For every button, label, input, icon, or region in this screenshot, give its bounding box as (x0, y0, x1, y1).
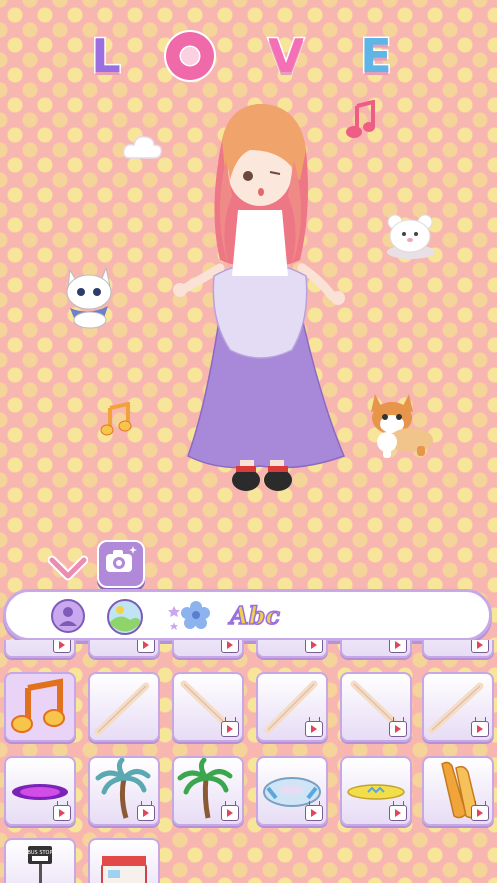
video-ad-icon (137, 640, 155, 653)
heart-icon (48, 555, 88, 581)
swim-ring-item[interactable] (256, 756, 328, 826)
title-letter-v: V (267, 28, 306, 85)
palm-tree-item-2[interactable] (172, 756, 244, 826)
grid-item-r1-5[interactable] (340, 640, 412, 658)
arm-pose-4[interactable] (340, 672, 412, 742)
favorite-heart-button[interactable] (48, 550, 88, 584)
video-ad-icon (305, 805, 323, 821)
person-icon (51, 599, 85, 633)
vending-cart-icon (101, 856, 147, 883)
video-ad-icon (221, 721, 239, 737)
title-letter-e: E (359, 28, 393, 85)
camera-icon (106, 546, 137, 572)
abc-icon: Abc (229, 600, 281, 631)
title-letter-o (160, 30, 220, 82)
video-ad-icon (221, 640, 239, 653)
avatar-tab[interactable] (50, 598, 86, 634)
surfboard-item[interactable] (340, 756, 412, 826)
video-ad-icon (389, 721, 407, 737)
dress-up-character[interactable] (160, 100, 360, 500)
grid-item-r1-4[interactable] (256, 640, 328, 658)
grid-item-r1-1[interactable] (4, 640, 76, 658)
category-toolbar: Abc (3, 589, 492, 641)
music-note-item[interactable] (4, 672, 76, 742)
cloud-sticker[interactable] (122, 132, 164, 162)
music-note-sticker-small[interactable] (100, 402, 132, 436)
background-tab[interactable] (106, 598, 143, 635)
bus-stop-sign-icon: BUS STOP (27, 846, 53, 883)
arm-icon (94, 682, 150, 736)
surfboard-orange-item[interactable] (422, 756, 494, 826)
bus-stop-sign-item[interactable]: BUS STOP (4, 838, 76, 883)
arm-pose-2[interactable] (172, 672, 244, 742)
camera-button[interactable] (97, 540, 145, 588)
arm-pose-5[interactable] (422, 672, 494, 742)
landscape-icon (107, 599, 143, 635)
video-ad-icon (471, 721, 489, 737)
video-ad-icon (221, 805, 239, 821)
vending-cart-item[interactable] (88, 838, 160, 883)
music-note-icon (11, 678, 65, 733)
stickers-tab[interactable] (166, 598, 214, 634)
video-ad-icon (389, 805, 407, 821)
arm-pose-3[interactable] (256, 672, 328, 742)
video-ad-icon (305, 640, 323, 653)
bus-stop-sign-text: BUS STOP (27, 850, 52, 856)
video-ad-icon (305, 721, 323, 737)
item-grid: BUS STOP (0, 640, 497, 883)
video-ad-icon (471, 805, 489, 821)
kitten-sticker[interactable] (58, 262, 120, 330)
grid-item-r1-6[interactable] (422, 640, 494, 658)
palm-tree-item[interactable] (88, 756, 160, 826)
text-tab[interactable]: Abc (229, 598, 281, 634)
video-ad-icon (53, 640, 71, 653)
title-letter-l: L (90, 28, 122, 85)
video-ad-icon (471, 640, 489, 653)
teddy-bear-sticker[interactable] (385, 210, 437, 260)
arm-pose-1[interactable] (88, 672, 160, 742)
grid-item-r1-3[interactable] (172, 640, 244, 658)
video-ad-icon (137, 805, 155, 821)
grid-item-r1-2[interactable] (88, 640, 160, 658)
corgi-sticker[interactable] (365, 390, 437, 464)
portal-item[interactable] (4, 756, 76, 826)
flower-stars-icon (168, 601, 210, 630)
video-ad-icon (53, 805, 71, 821)
video-ad-icon (389, 640, 407, 653)
